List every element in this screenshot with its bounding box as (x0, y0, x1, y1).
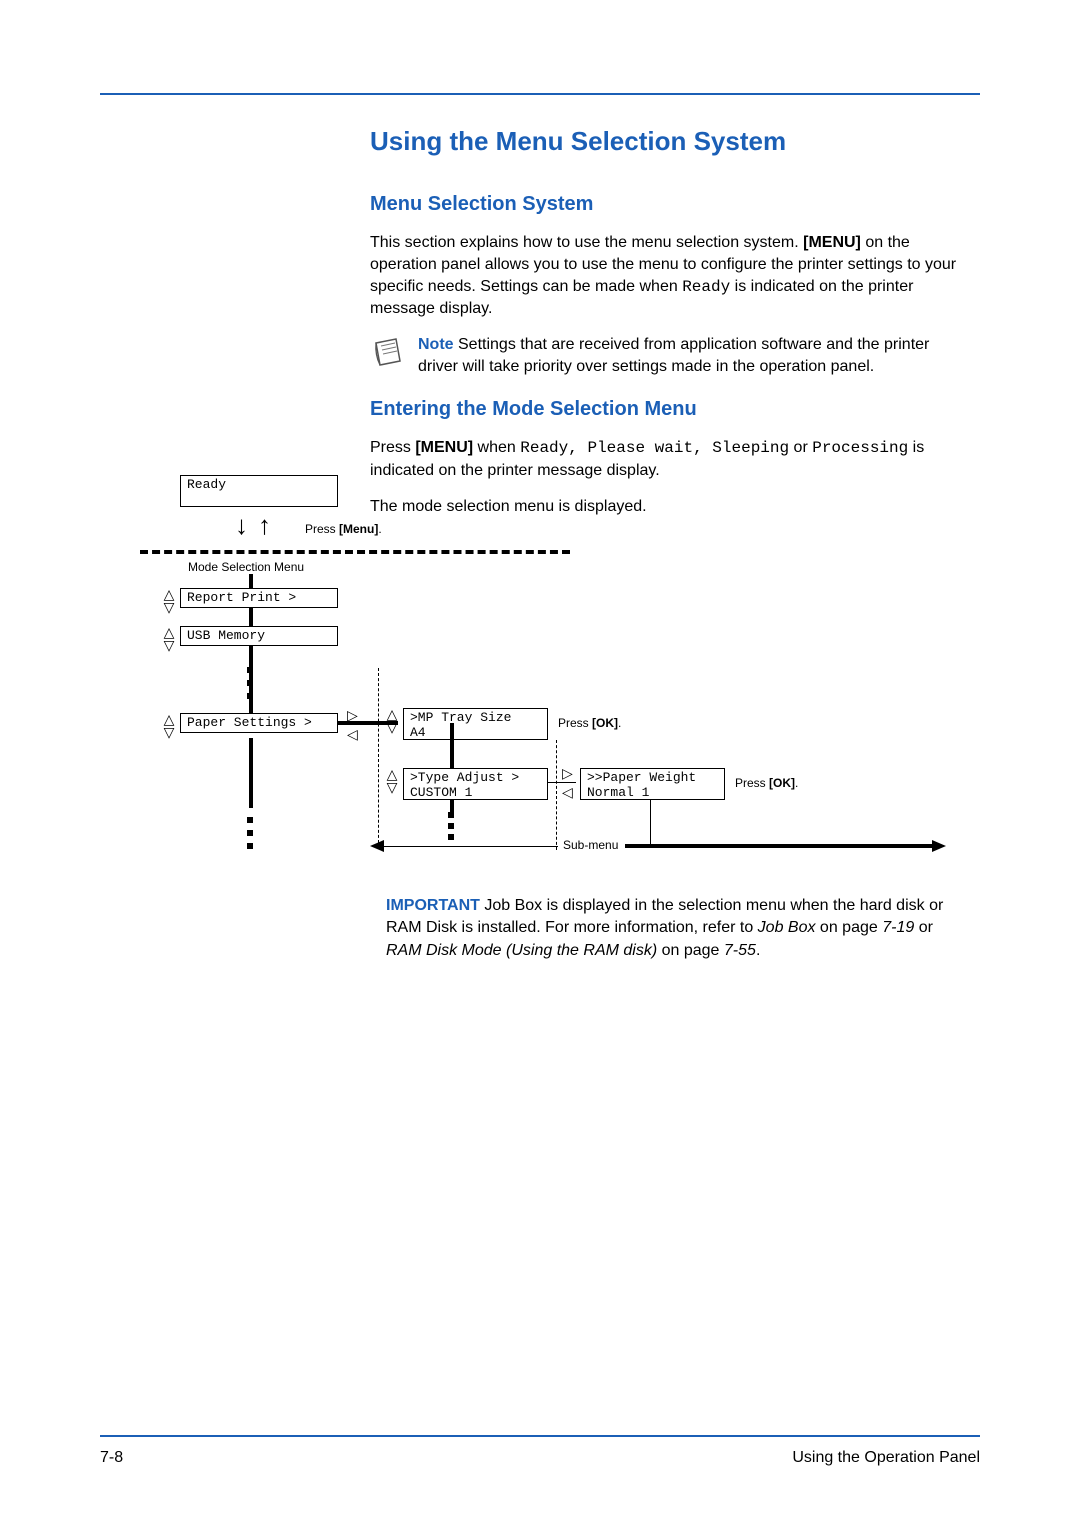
ref-ramdisk: RAM Disk Mode (Using the RAM disk) (386, 942, 657, 959)
ref-jobbox: Job Box (758, 919, 816, 936)
display-paper-settings: Paper Settings > (180, 713, 338, 733)
label-press-ok-1: Press [OK]. (558, 716, 621, 730)
important-block: IMPORTANT Job Box is displayed in the se… (386, 895, 970, 962)
updown-icon: △▽ (162, 626, 176, 651)
display-ready: Ready (180, 475, 338, 507)
footer-title: Using the Operation Panel (792, 1449, 980, 1467)
note-block: Note Settings that are received from app… (370, 334, 970, 378)
updown-icon: △▽ (385, 768, 399, 793)
display-usb-memory: USB Memory (180, 626, 338, 646)
updown-icon: △▽ (162, 588, 176, 613)
display-mp-tray: >MP Tray Size A4 (403, 708, 548, 740)
text: or (789, 439, 812, 456)
label-press-menu: Press [Menu]. (305, 522, 382, 536)
note-text: Note Settings that are received from app… (418, 334, 970, 378)
arrow-right-icon: ▷ (562, 765, 573, 782)
note-label: Note (418, 336, 454, 353)
arrow-down-icon: ↓ (235, 510, 248, 541)
display-report-print: Report Print > (180, 588, 338, 608)
heading-menu-selection: Menu Selection System (370, 193, 970, 216)
arrow-left-icon: ◁ (562, 784, 573, 801)
display-type-adjust: >Type Adjust > CUSTOM 1 (403, 768, 548, 800)
label-sub-menu: Sub-menu (563, 838, 618, 852)
important-label: IMPORTANT (386, 897, 480, 914)
label-mode-selection: Mode Selection Menu (188, 560, 304, 574)
states: Ready, Please wait, Sleeping (520, 439, 789, 457)
text: or (914, 919, 933, 936)
rule-bottom (100, 1435, 980, 1437)
page-ref: 7-19 (882, 919, 914, 936)
menu-key: [MENU] (803, 234, 861, 251)
text: Settings that are received from applicat… (418, 336, 929, 375)
updown-icon: △▽ (162, 713, 176, 738)
text: on page (815, 919, 882, 936)
label-press-ok-2: Press [OK]. (735, 776, 798, 790)
arrow-up-icon: ↑ (258, 510, 271, 541)
paragraph-intro: This section explains how to use the men… (370, 232, 970, 320)
arrow-right-icon: ▷ (347, 707, 358, 724)
text: . (756, 942, 760, 959)
text: on page (657, 942, 724, 959)
arrow-left-icon: ◁ (347, 726, 358, 743)
text: when (473, 439, 520, 456)
ready-state: Ready (682, 278, 730, 296)
menu-key: [MENU] (415, 439, 473, 456)
updown-icon: △▽ (385, 708, 399, 733)
text: This section explains how to use the men… (370, 234, 803, 251)
page-number: 7-8 (100, 1449, 123, 1467)
text: Press (370, 439, 415, 456)
heading-main: Using the Menu Selection System (370, 126, 970, 157)
rule-top (100, 93, 980, 95)
heading-entering-mode: Entering the Mode Selection Menu (370, 398, 970, 421)
note-icon (370, 334, 406, 370)
processing-state: Processing (812, 439, 908, 457)
menu-diagram: Ready ↓ ↑ Press [Menu]. Mode Selection M… (150, 470, 940, 870)
page-ref: 7-55 (724, 942, 756, 959)
display-paper-weight: >>Paper Weight Normal 1 (580, 768, 725, 800)
